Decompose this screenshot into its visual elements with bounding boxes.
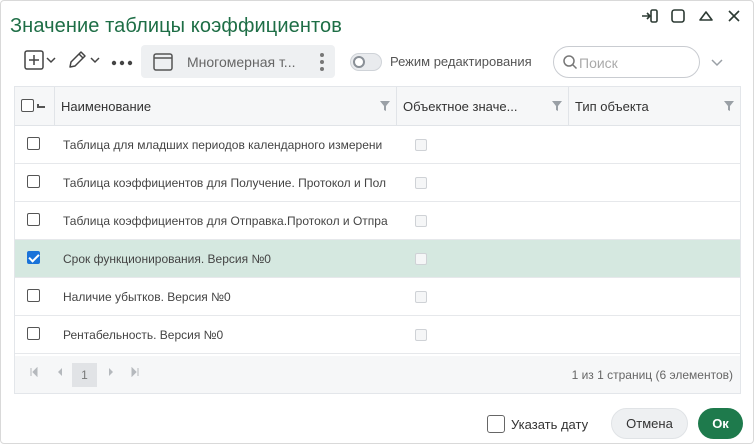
object-value-cell <box>397 278 569 315</box>
object-value-cell <box>397 316 569 353</box>
table-row-selected[interactable]: Срок функционирования. Версия №0 <box>15 240 740 278</box>
row-name: Наличие убытков. Версия №0 <box>63 290 231 304</box>
pencil-icon <box>67 50 103 75</box>
search-input[interactable] <box>579 53 689 73</box>
window-icon <box>153 53 173 76</box>
cancel-button[interactable]: Отмена <box>611 408 688 439</box>
object-value-checkbox <box>415 177 427 189</box>
column-header-label: Наименование <box>61 99 152 114</box>
prev-page-icon[interactable] <box>55 367 65 380</box>
header-select-cell <box>15 87 55 126</box>
filter-icon[interactable] <box>379 99 391 117</box>
window-controls <box>641 7 743 25</box>
last-page-icon[interactable] <box>130 366 140 380</box>
object-value-checkbox <box>415 253 427 265</box>
row-name: Таблица для младших периодов календарног… <box>63 138 383 152</box>
exit-icon[interactable] <box>641 7 659 25</box>
object-value-cell <box>397 202 569 239</box>
object-value-checkbox <box>415 329 427 341</box>
next-page-icon[interactable] <box>106 367 116 380</box>
row-checkbox[interactable] <box>27 289 40 302</box>
row-name: Рентабельность. Версия №0 <box>63 328 224 342</box>
table-row[interactable]: Рентабельность. Версия №0 <box>15 316 740 354</box>
row-name: Таблица коэффициентов для Отправка.Прото… <box>63 214 388 228</box>
object-value-checkbox <box>415 215 427 227</box>
grid-header: Наименование Объектное значе... Тип объе… <box>15 87 740 126</box>
column-header-object-type[interactable]: Тип объекта <box>569 87 740 126</box>
row-checkbox[interactable] <box>27 251 40 264</box>
add-box-icon <box>23 49 59 75</box>
pager-info: 1 из 1 страниц (6 элементов) <box>571 368 733 382</box>
table-row[interactable]: Таблица для младших периодов календарног… <box>15 126 740 164</box>
column-header-label: Тип объекта <box>575 99 649 114</box>
view-label: Многомерная т... <box>187 54 296 70</box>
column-header-label: Объектное значе... <box>403 99 518 114</box>
chevron-down-icon[interactable] <box>709 54 725 75</box>
table-row[interactable]: Наличие убытков. Версия №0 <box>15 278 740 316</box>
row-name: Срок функционирования. Версия №0 <box>63 252 271 266</box>
select-all-checkbox[interactable] <box>21 99 34 112</box>
row-checkbox[interactable] <box>27 137 40 150</box>
edit-button[interactable] <box>67 45 103 79</box>
object-value-cell <box>397 164 569 201</box>
row-name: Таблица коэффициентов для Получение. Про… <box>63 176 387 190</box>
pager: 1 1 из 1 страниц (6 элементов) <box>15 356 740 393</box>
toolbar: Многомерная т... Режим редактирования <box>1 45 754 79</box>
view-selector[interactable]: Многомерная т... <box>141 45 335 78</box>
maximize-icon[interactable] <box>669 7 687 25</box>
add-button[interactable] <box>23 45 59 79</box>
object-value-cell <box>397 126 569 163</box>
edit-mode-toggle[interactable] <box>350 53 382 71</box>
specify-date-checkbox[interactable] <box>487 415 505 433</box>
table-row[interactable]: Таблица коэффициентов для Отправка.Прото… <box>15 202 740 240</box>
row-checkbox[interactable] <box>27 175 40 188</box>
column-header-name[interactable]: Наименование <box>55 87 397 126</box>
page-number[interactable]: 1 <box>72 363 97 387</box>
data-grid: Наименование Объектное значе... Тип объе… <box>14 86 741 394</box>
table-row[interactable]: Таблица коэффициентов для Получение. Про… <box>15 164 740 202</box>
dialog: Значение таблицы коэффициентов Многомерн… <box>0 0 754 444</box>
edit-mode-label: Режим редактирования <box>390 54 532 69</box>
object-value-cell <box>397 240 569 277</box>
filter-icon[interactable] <box>551 99 563 117</box>
collapse-icon[interactable] <box>697 7 715 25</box>
search-icon <box>562 54 578 75</box>
object-value-checkbox <box>415 139 427 151</box>
kebab-menu-icon[interactable] <box>315 52 329 72</box>
ellipsis-icon <box>111 53 133 71</box>
filter-icon[interactable] <box>723 99 735 117</box>
column-header-object-value[interactable]: Объектное значе... <box>397 87 569 126</box>
search-box <box>553 46 700 78</box>
row-checkbox[interactable] <box>27 213 40 226</box>
row-checkbox[interactable] <box>27 327 40 340</box>
header-check-mark <box>37 104 45 108</box>
object-value-checkbox <box>415 291 427 303</box>
first-page-icon[interactable] <box>29 366 39 380</box>
specify-date-label: Указать дату <box>511 417 589 432</box>
dialog-title: Значение таблицы коэффициентов <box>10 15 342 37</box>
more-button[interactable] <box>111 45 133 79</box>
ok-button[interactable]: Ок <box>698 408 743 439</box>
close-icon[interactable] <box>725 7 743 25</box>
